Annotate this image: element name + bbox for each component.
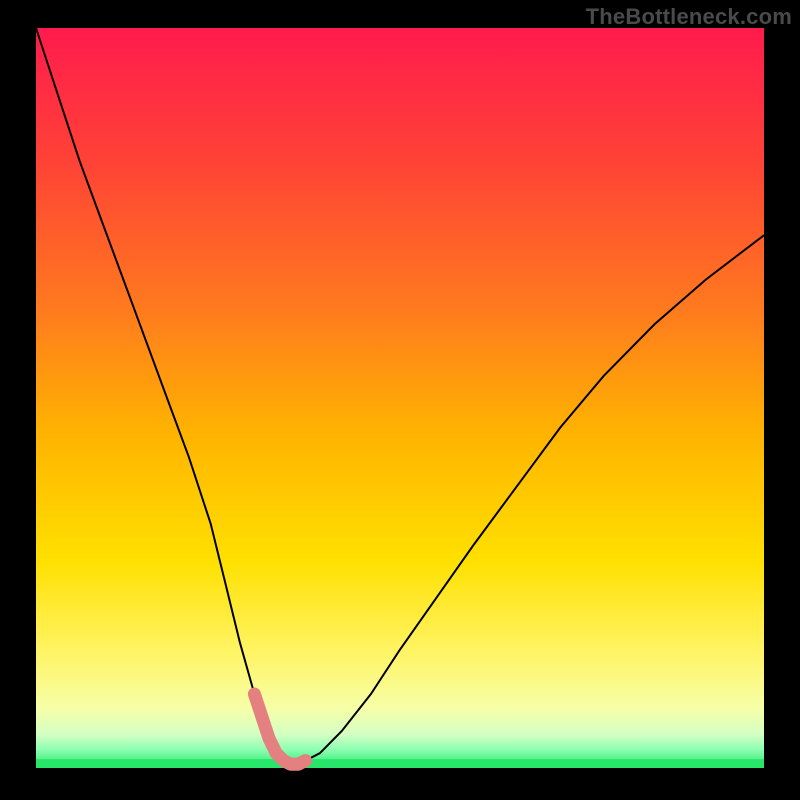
optimal-band bbox=[36, 759, 764, 768]
plot-area bbox=[36, 28, 764, 768]
watermark-text: TheBottleneck.com bbox=[586, 4, 792, 30]
chart-container: TheBottleneck.com bbox=[0, 0, 800, 800]
bottleneck-curve-chart bbox=[0, 0, 800, 800]
